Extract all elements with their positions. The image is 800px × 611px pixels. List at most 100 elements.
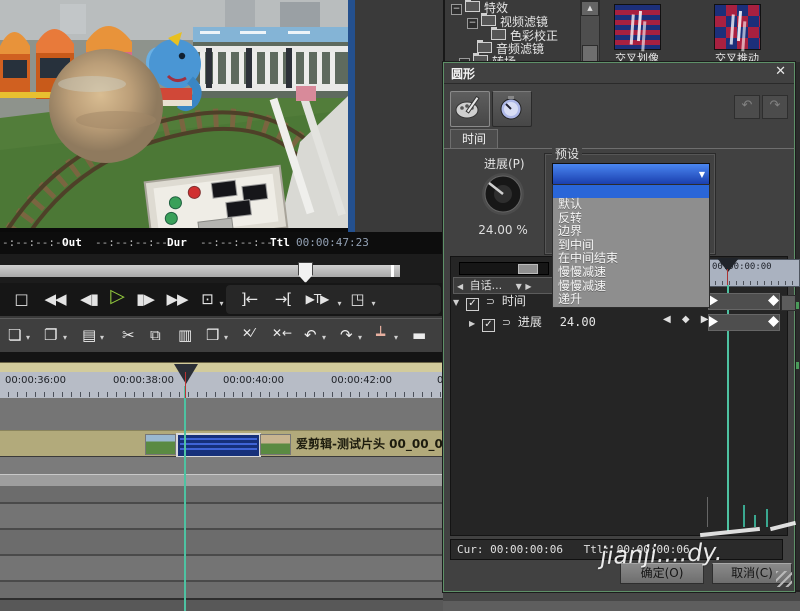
window-right-edge	[795, 62, 800, 590]
range-end-marker[interactable]	[768, 316, 779, 327]
stop-button[interactable]: □	[8, 288, 34, 310]
add-marker-icon[interactable]: ┷	[376, 326, 385, 344]
scrubber-track[interactable]	[0, 265, 400, 277]
paste-icon[interactable]: ▥	[178, 326, 192, 344]
video-track-row: 爱剪辑-测试片头 00_00_05-00_00_18	[0, 430, 518, 458]
tab-time[interactable]: 时间	[450, 129, 498, 149]
keyframe-scroll-button[interactable]	[781, 295, 796, 311]
next-arrow-icon[interactable]: ▶	[525, 282, 531, 291]
tree-item-color-correction[interactable]: 色彩校正	[491, 27, 558, 43]
play-around-caret[interactable]: ▾	[334, 293, 344, 315]
tree-item-audio-filters[interactable]: 音频滤镜	[477, 40, 544, 56]
collapse-icon[interactable]: −	[467, 18, 478, 29]
rewind-button[interactable]: ◀◀	[38, 288, 72, 310]
preset-option[interactable]: 边界	[553, 225, 709, 239]
keyframe-nav-buttons[interactable]: ◀ ◆ ▶	[663, 314, 712, 325]
keyframe-range-bar[interactable]	[708, 293, 780, 310]
new-icon[interactable]: ❏	[8, 326, 21, 344]
fast-forward-button[interactable]: ▶▶	[160, 288, 194, 310]
add-marker-caret[interactable]: ▾	[394, 333, 398, 342]
play-button[interactable]: ▷	[102, 285, 132, 307]
effects-library-panel: −特效 −视频滤镜 色彩校正 音频滤镜 −转场 ▲ 交叉划像 交叉推动	[443, 0, 800, 69]
preset-option[interactable]: 慢慢减速	[553, 265, 709, 280]
row-value[interactable]: 24.00	[560, 315, 596, 329]
transition-thumbnail-cross-wipe[interactable]	[614, 4, 661, 50]
keyframe-zoom-slider[interactable]	[459, 262, 549, 275]
delete-ripple-icon[interactable]: ✕⁄	[242, 326, 254, 340]
display-mode-caret[interactable]: ▾	[216, 293, 226, 315]
keyframe-playhead-red	[727, 269, 728, 285]
new-caret[interactable]: ▾	[26, 333, 30, 342]
preset-option[interactable]: 递升	[553, 293, 709, 307]
save-icon[interactable]: ▤	[82, 326, 96, 344]
tree-item-effects[interactable]: − 特效	[451, 0, 508, 15]
scrubber-row	[0, 254, 443, 283]
resize-grip[interactable]	[776, 571, 792, 587]
redo-icon[interactable]: ↷	[340, 326, 353, 344]
expand-icon[interactable]: ▶	[469, 319, 475, 328]
reset-icon[interactable]: ⊃	[502, 316, 511, 329]
open-caret[interactable]: ▾	[63, 333, 67, 342]
chevron-down-icon[interactable]: ▼	[516, 282, 522, 291]
output-button[interactable]: ◳	[346, 288, 368, 310]
slider-handle[interactable]	[518, 264, 538, 274]
keyframe-range-bar[interactable]	[708, 314, 780, 331]
copy-icon[interactable]: ⧉	[150, 326, 161, 344]
preset-option[interactable]: 默认	[553, 197, 709, 212]
waveform-tick	[707, 497, 708, 527]
save-caret[interactable]: ▾	[100, 333, 104, 342]
redo-button[interactable]: ↷	[762, 95, 788, 119]
reset-icon[interactable]: ⊃	[486, 295, 495, 308]
window-bottom-strip	[443, 590, 800, 611]
delete-gap-icon[interactable]: ✕←	[272, 326, 292, 340]
keyframe-row-time[interactable]: ▼ ✓ ⊃ 时间	[453, 293, 526, 311]
next-frame-button[interactable]: ▮▶	[132, 288, 158, 310]
appearance-settings-button[interactable]	[450, 91, 490, 127]
undo-icon[interactable]: ↶	[304, 326, 317, 344]
output-caret[interactable]: ▾	[368, 293, 378, 315]
transition-thumbnail-cross-push[interactable]	[714, 4, 761, 50]
checkbox-checked[interactable]: ✓	[481, 319, 495, 332]
collapse-icon[interactable]: −	[451, 4, 462, 15]
play-around-button[interactable]: ▶T▶	[300, 288, 334, 310]
timeline-ruler[interactable]: 00:00:36:00 00:00:38:00 00:00:40:00 00:0…	[0, 372, 443, 399]
preset-option[interactable]: 反转	[553, 211, 709, 226]
dialog-titlebar[interactable]: 圆形 ✕	[444, 63, 794, 84]
preset-dropdown[interactable]: ▼	[552, 163, 710, 185]
checkbox-checked[interactable]: ✓	[465, 298, 479, 311]
prev-frame-button[interactable]: ◀▮	[76, 288, 102, 310]
duplicate-icon[interactable]: ❒	[206, 326, 219, 344]
preset-option[interactable]: 在中间结束	[553, 252, 709, 266]
range-end-marker[interactable]	[768, 295, 779, 306]
tree-item-video-filters[interactable]: − 视频滤镜	[467, 13, 548, 29]
close-icon[interactable]: ✕	[775, 64, 786, 79]
open-icon[interactable]: ❐	[44, 326, 57, 344]
scrubber-playhead[interactable]	[298, 262, 313, 283]
undo-caret[interactable]: ▾	[322, 333, 326, 342]
range-start-marker[interactable]	[709, 295, 718, 306]
range-start-marker[interactable]	[709, 316, 718, 327]
time-settings-button[interactable]	[492, 91, 532, 127]
undo-button[interactable]: ↶	[734, 95, 760, 119]
preset-option[interactable]: 慢慢减速	[553, 279, 709, 294]
cut-icon[interactable]: ✂	[122, 326, 135, 344]
main-toolbar: ❏ ▾ ❐ ▾ ▤ ▾ ✂ ⧉ ▥ ❒ ▾ ✕⁄ ✕← ↶ ▾ ↷ ▾ ┷ ▾ …	[0, 318, 443, 354]
expand-icon[interactable]: ▼	[453, 298, 459, 307]
prev-arrow-icon[interactable]: ◀	[457, 282, 463, 291]
capture-icon[interactable]: ▬	[412, 326, 426, 344]
progress-knob[interactable]	[480, 171, 526, 220]
track-selector-combo[interactable]: ◀ 自话... ▼ ▶	[453, 277, 557, 294]
redo-caret[interactable]: ▾	[358, 333, 362, 342]
app-window: -:--:--:-- Out --:--:--:-- Dur --:--:--:…	[0, 0, 800, 611]
scrollbar-thumb[interactable]	[582, 45, 598, 63]
timeline-playhead-line	[185, 372, 186, 398]
duplicate-caret[interactable]: ▾	[224, 333, 228, 342]
keyframe-row-progress[interactable]: ▶ ✓ ⊃ 进展 24.00	[469, 314, 596, 332]
transition-clip[interactable]	[176, 433, 261, 458]
goto-in-button[interactable]: ]←	[234, 288, 264, 310]
ruler-tick: 00:00:36:00	[5, 375, 67, 386]
palette-icon	[455, 95, 480, 119]
display-mode-button[interactable]: ⊡	[196, 288, 218, 310]
goto-out-button[interactable]: →[	[268, 288, 298, 310]
scroll-up-button[interactable]: ▲	[581, 1, 599, 16]
